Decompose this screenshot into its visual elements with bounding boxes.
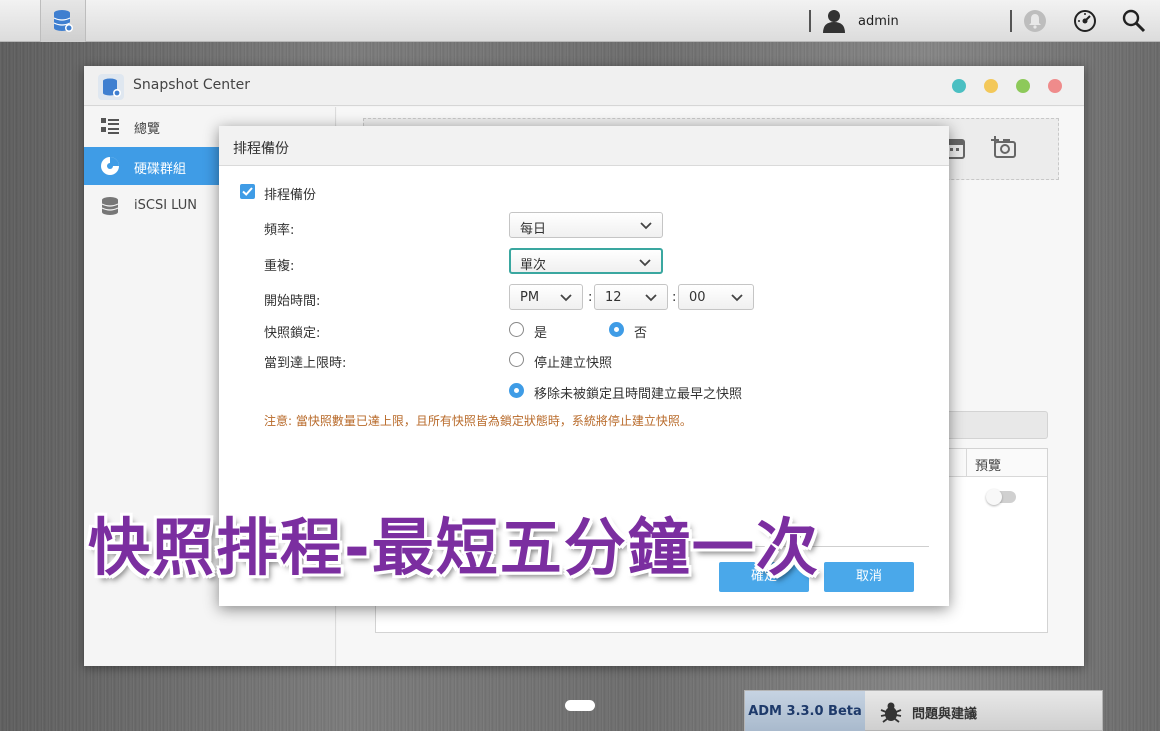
frequency-label: 頻率:	[264, 223, 295, 238]
dialog-title: 排程備份	[219, 126, 949, 166]
bug-icon	[880, 702, 902, 723]
window-dot-help[interactable]	[952, 79, 966, 93]
frequency-value: 每日	[520, 222, 547, 237]
limit-stop-radio[interactable]	[509, 352, 524, 367]
dashboard-icon[interactable]	[1073, 9, 1097, 33]
lock-no-label: 否	[634, 326, 648, 341]
database-icon	[53, 10, 73, 32]
chevron-down-icon	[731, 294, 743, 302]
add-snapshot-icon[interactable]	[991, 135, 1017, 159]
adm-version[interactable]: ADM 3.3.0 Beta	[745, 691, 865, 731]
time-colon: :	[672, 290, 677, 305]
user-name: admin	[858, 13, 899, 29]
window-dot-maximize[interactable]	[1016, 79, 1030, 93]
sidebar-item-label: 硬碟群組	[134, 162, 187, 177]
start-hour-value: 12	[605, 290, 622, 305]
top-divider	[1010, 10, 1012, 32]
frequency-select[interactable]: 每日	[509, 212, 663, 238]
start-hour-select[interactable]: 12	[594, 284, 668, 310]
limit-note: 注意: 當快照數量已達上限，且所有快照皆為鎖定狀態時，系統將停止建立快照。	[264, 414, 692, 428]
search-icon[interactable]	[1122, 9, 1146, 33]
start-ampm-select[interactable]: PM	[509, 284, 583, 310]
window-title: Snapshot Center	[133, 77, 251, 93]
limit-reached-label: 當到達上限時:	[264, 356, 347, 371]
column-preview: 預覽	[966, 449, 1047, 477]
snapshot-lock-label: 快照鎖定:	[264, 326, 321, 341]
lock-yes-label: 是	[534, 326, 548, 341]
cancel-button[interactable]: 取消	[824, 562, 914, 592]
start-ampm-value: PM	[520, 290, 540, 305]
user-menu[interactable]: admin	[822, 8, 899, 34]
chevron-down-icon	[639, 259, 651, 267]
schedule-enable-checkbox[interactable]	[240, 184, 255, 199]
chevron-down-icon	[560, 294, 572, 302]
snapshot-app-icon	[98, 74, 124, 100]
user-icon	[823, 10, 845, 33]
preview-toggle[interactable]	[986, 489, 1016, 505]
chevron-down-icon	[645, 294, 657, 302]
schedule-enable-label: 排程備份	[264, 188, 317, 203]
desktop-page-indicator[interactable]	[565, 700, 595, 711]
volume-icon	[101, 157, 119, 175]
start-minute-select[interactable]: 00	[678, 284, 754, 310]
notification-icon[interactable]	[1023, 9, 1047, 33]
top-divider	[809, 10, 811, 32]
time-colon: :	[588, 290, 593, 305]
window-dot-close[interactable]	[1048, 79, 1062, 93]
overlay-caption: 快照排程-最短五分鐘一次	[88, 511, 820, 584]
sidebar-item-label: iSCSI LUN	[134, 198, 197, 213]
repeat-select[interactable]: 單次	[509, 248, 663, 274]
bottom-bar: ADM 3.3.0 Beta 問題與建議	[744, 690, 1103, 731]
chevron-down-icon	[640, 222, 652, 230]
lock-yes-radio[interactable]	[509, 322, 524, 337]
check-icon	[242, 187, 253, 196]
feedback-link[interactable]: 問題與建議	[912, 703, 977, 722]
start-time-label: 開始時間:	[264, 294, 321, 309]
limit-stop-label: 停止建立快照	[534, 356, 613, 371]
start-minute-value: 00	[689, 290, 706, 305]
overview-icon	[101, 118, 119, 134]
database-icon	[101, 197, 119, 215]
lock-no-radio[interactable]	[609, 322, 624, 337]
limit-remove-oldest-radio[interactable]	[509, 383, 524, 398]
sidebar-item-label: 總覽	[134, 122, 161, 137]
storage-app-launcher[interactable]	[40, 0, 86, 42]
repeat-value: 單次	[520, 258, 547, 273]
limit-remove-oldest-label: 移除未被鎖定且時間建立最早之快照	[534, 387, 743, 402]
window-dot-minimize[interactable]	[984, 79, 998, 93]
window-titlebar[interactable]: Snapshot Center	[84, 66, 1084, 106]
top-bar: admin	[0, 0, 1160, 42]
repeat-label: 重複:	[264, 259, 295, 274]
